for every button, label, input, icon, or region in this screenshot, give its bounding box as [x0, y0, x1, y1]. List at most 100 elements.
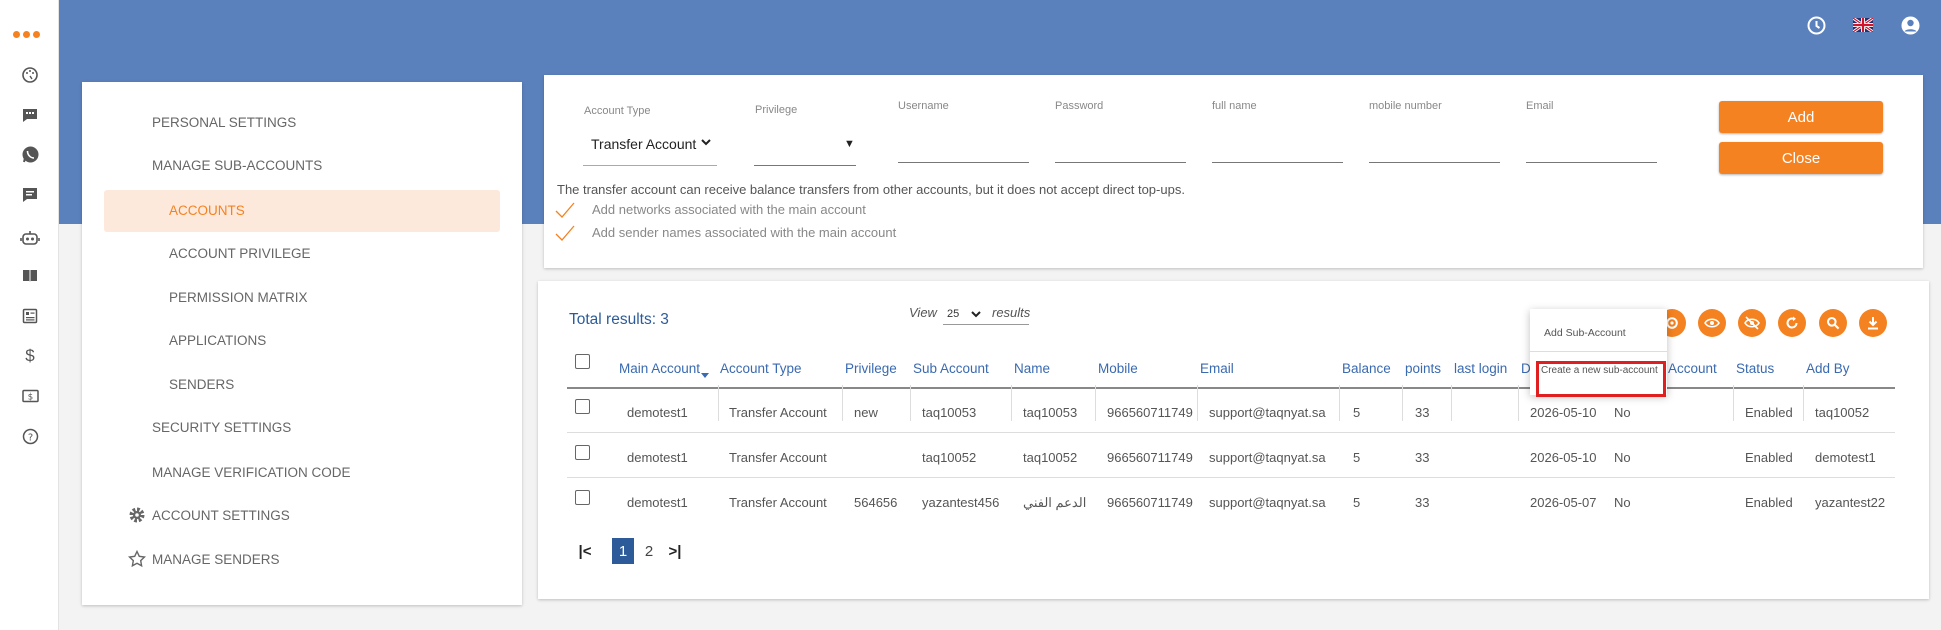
col-sep: [718, 385, 719, 421]
row-divider: [567, 477, 1895, 478]
sort-down-icon: [701, 366, 709, 384]
menu-manage-senders[interactable]: MANAGE SENDERS: [152, 552, 280, 567]
eye-icon: [1704, 318, 1720, 328]
add-sub-account-form: Account Type Transfer Account Privilege …: [544, 75, 1923, 268]
cell-date: 2026-05-07: [1530, 495, 1597, 510]
header-privilege[interactable]: Privilege: [845, 361, 897, 376]
col-sep: [1451, 385, 1452, 421]
header-sub-account[interactable]: Sub Account: [913, 361, 989, 376]
cell-privilege: new: [854, 405, 878, 420]
download-button[interactable]: [1859, 309, 1887, 337]
dashboard-icon[interactable]: [18, 63, 42, 87]
cell-account: No: [1614, 495, 1631, 510]
menu-accounts[interactable]: ACCOUNTS: [169, 203, 245, 218]
report-icon[interactable]: [18, 304, 42, 328]
account-type-label: Account Type: [584, 105, 651, 117]
whatsapp-icon[interactable]: [18, 142, 42, 166]
uk-flag-icon[interactable]: [1850, 12, 1876, 38]
header-points[interactable]: points: [1405, 361, 1441, 376]
privilege-dropdown-arrow[interactable]: ▼: [844, 138, 855, 150]
page-2-button[interactable]: 2: [641, 538, 657, 564]
row-checkbox[interactable]: [575, 445, 590, 460]
row-checkbox[interactable]: [575, 490, 590, 505]
header-account[interactable]: Account: [1668, 361, 1717, 376]
cell-add-by: yazantest22: [1815, 495, 1886, 510]
show-button[interactable]: [1698, 309, 1726, 337]
chevron-down-icon: [700, 135, 712, 153]
menu-security-settings[interactable]: SECURITY SETTINGS: [152, 420, 291, 435]
menu-account-settings[interactable]: ACCOUNT SETTINGS: [152, 508, 290, 523]
popup-add-sub-account[interactable]: Add Sub-Account: [1544, 327, 1626, 339]
svg-text:?: ?: [27, 432, 32, 443]
header-balance[interactable]: Balance: [1342, 361, 1391, 376]
col-sep: [1402, 385, 1403, 421]
select-all-checkbox[interactable]: [575, 354, 590, 369]
refresh-icon: [1786, 316, 1798, 329]
last-page-button[interactable]: >|: [663, 538, 687, 564]
search-button[interactable]: [1819, 309, 1847, 337]
header-email[interactable]: Email: [1200, 361, 1234, 376]
close-button[interactable]: Close: [1719, 142, 1883, 174]
menu-manage-sub-accounts[interactable]: MANAGE SUB-ACCOUNTS: [152, 158, 322, 173]
cell-name: الدعم الفني: [1023, 495, 1087, 510]
gear-icon: [127, 505, 147, 525]
cell-email: support@taqnyat.sa: [1209, 495, 1326, 510]
networks-checkbox-label[interactable]: Add networks associated with the main ac…: [592, 202, 866, 217]
cell-sub-account: yazantest456: [922, 495, 1000, 510]
password-input[interactable]: [1055, 162, 1186, 163]
first-page-button[interactable]: |<: [573, 538, 597, 564]
menu-permission-matrix[interactable]: PERMISSION MATRIX: [169, 290, 308, 305]
fullname-input[interactable]: [1212, 162, 1343, 163]
help-icon[interactable]: ?: [18, 424, 42, 448]
header-mobile[interactable]: Mobile: [1098, 361, 1138, 376]
row-divider: [567, 432, 1895, 433]
header-add-by[interactable]: Add By: [1806, 361, 1850, 376]
header-last-login[interactable]: last login: [1454, 361, 1507, 376]
col-sep: [1339, 385, 1340, 421]
page-1-button[interactable]: 1: [612, 538, 634, 564]
header-main-account[interactable]: Main Account: [619, 361, 700, 376]
cell-balance: 5: [1353, 495, 1361, 510]
username-input[interactable]: [898, 162, 1029, 163]
user-account-icon[interactable]: [1897, 12, 1923, 38]
book-icon[interactable]: [18, 264, 42, 288]
checkmark-icon: [554, 224, 576, 242]
email-input[interactable]: [1526, 162, 1657, 163]
col-sep: [1803, 385, 1804, 421]
mobile-label: mobile number: [1369, 100, 1442, 112]
sidebar-rail: $ $ ?: [0, 0, 59, 630]
mobile-input[interactable]: [1369, 162, 1500, 163]
senders-checkbox-label[interactable]: Add sender names associated with the mai…: [592, 225, 896, 240]
header-name[interactable]: Name: [1014, 361, 1050, 376]
menu-applications[interactable]: APPLICATIONS: [169, 333, 266, 348]
clock-icon[interactable]: [1803, 12, 1829, 38]
privilege-select[interactable]: [754, 165, 856, 166]
chat-icon[interactable]: [18, 103, 42, 127]
hide-button[interactable]: [1738, 309, 1766, 337]
popup-divider: [1530, 351, 1667, 352]
cell-account-type: Transfer Account: [729, 450, 827, 465]
message-icon[interactable]: [18, 183, 42, 207]
menu-personal-settings[interactable]: PERSONAL SETTINGS: [152, 115, 296, 130]
add-button[interactable]: Add: [1719, 101, 1883, 133]
dollar-icon[interactable]: $: [18, 344, 42, 368]
menu-senders[interactable]: SENDERS: [169, 377, 234, 392]
cell-status: Enabled: [1745, 450, 1793, 465]
download-icon: [1868, 317, 1878, 330]
bot-icon[interactable]: [18, 226, 42, 250]
password-label: Password: [1055, 100, 1104, 112]
row-checkbox[interactable]: [575, 399, 590, 414]
fullname-label: full name: [1212, 100, 1257, 112]
account-type-select[interactable]: Transfer Account: [591, 136, 696, 152]
refresh-button[interactable]: [1778, 309, 1806, 337]
menu-manage-verification-code[interactable]: MANAGE VERIFICATION CODE: [152, 465, 351, 480]
cell-sub-account: taq10052: [922, 450, 977, 465]
cell-mobile: 966560711749: [1107, 405, 1193, 420]
menu-account-privilege[interactable]: ACCOUNT PRIVILEGE: [169, 246, 311, 261]
header-status[interactable]: Status: [1736, 361, 1774, 376]
billing-icon[interactable]: $: [18, 384, 42, 408]
cell-mobile: 966560711749: [1107, 495, 1193, 510]
transfer-account-note: The transfer account can receive balance…: [557, 182, 1185, 197]
header-account-type[interactable]: Account Type: [720, 361, 802, 376]
cell-points: 33: [1415, 495, 1430, 510]
